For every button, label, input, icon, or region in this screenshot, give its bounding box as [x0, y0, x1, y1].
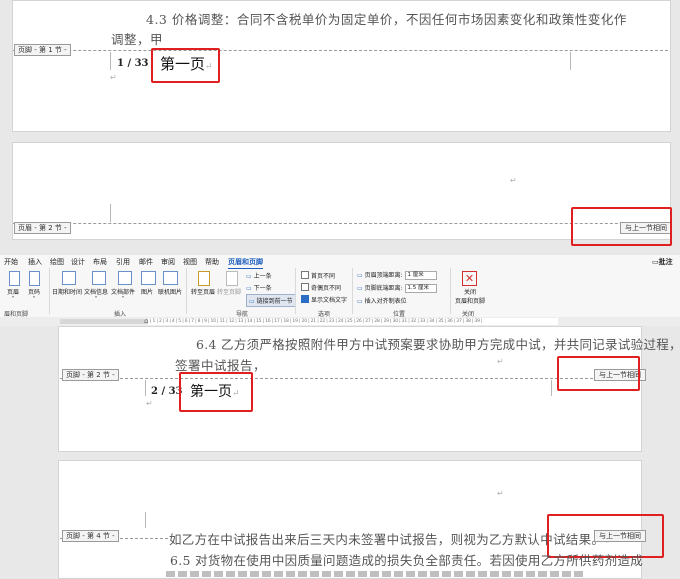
goto-header-button[interactable]: 转至页眉 [191, 287, 215, 296]
header-top-distance: ▭ 页眉顶端距离: 1 厘米 [357, 270, 437, 280]
clause-6-4-line1: 6.4 乙方须严格按照附件甲方中试预案要求协助甲方完成中试，并共同记录试验过程， [196, 337, 680, 352]
comment-icon: ▭ [652, 258, 659, 266]
annotation-box-same-as-prev-2 [557, 356, 640, 391]
paragraph-mark-icon: ↵ [510, 176, 517, 185]
goto-header-icon [198, 271, 210, 286]
tab-references[interactable]: 引用 [116, 257, 130, 267]
link-icon: ▭ [249, 298, 255, 305]
header-boundary-line-2 [13, 223, 668, 224]
different-first-page-checkbox[interactable]: 首页不同 [301, 271, 335, 280]
clause-4-3-line2: 调整，甲 [111, 32, 164, 47]
clause-6-5-text: 6.5 对货物在使用中因质量问题造成的损失负全部责任。若因使用乙方所供药剂造成 [170, 553, 644, 568]
footer-boundary-line-3 [60, 378, 638, 379]
alignment-tab-icon: ▭ [357, 298, 363, 305]
header-top-spinner[interactable]: 1 厘米 [404, 271, 437, 280]
chevron-down-icon: ˅ [121, 296, 125, 303]
different-odd-even-checkbox[interactable]: 奇偶页不同 [301, 283, 341, 292]
paragraph-mark-icon: ↵ [110, 73, 117, 82]
footer-section-tag-4: 页脚 - 第 4 节 - [62, 530, 119, 542]
group-separator [352, 268, 353, 314]
checkbox-unchecked [301, 283, 309, 291]
group-separator [186, 268, 187, 314]
tab-design[interactable]: 设计 [71, 257, 85, 267]
ribbon-tab-bar: 开始 插入 绘图 设计 布局 引用 邮件 审阅 视图 帮助 页眉和页脚 ▭批注 [0, 255, 680, 269]
picture-button[interactable]: 图片 [141, 287, 153, 296]
header-button[interactable]: 页眉 ˅ [4, 287, 22, 303]
crop-mark [110, 52, 111, 70]
goto-footer-icon [226, 271, 238, 286]
clause-4-3-line1: 4.3 价格调整：合同不含税单价为固定单价，不因任何市场因素变化和政策性变化作 [146, 12, 627, 27]
group-separator [450, 268, 451, 314]
indent-marker-icon[interactable]: ⌂ [144, 317, 148, 326]
calendar-icon [62, 271, 76, 285]
annotation-box-same-as-prev-1 [571, 207, 672, 246]
arrow-up-icon: ▭ [246, 273, 252, 280]
header-icon [9, 271, 20, 286]
annotation-box-footer-1 [151, 48, 220, 83]
online-picture-button[interactable]: 联机图片 [158, 287, 182, 296]
crop-mark [570, 52, 571, 70]
header-distance-icon: ▭ [357, 272, 363, 279]
annotation-box-footer-2 [179, 372, 253, 412]
tab-insert[interactable]: 插入 [28, 257, 42, 267]
chevron-down-icon: ˅ [94, 296, 98, 303]
chevron-down-icon: ˅ [11, 296, 15, 303]
checkbox-unchecked [301, 271, 309, 279]
group-separator [295, 268, 296, 314]
footer-distance-icon: ▭ [357, 285, 363, 292]
crop-mark [145, 512, 146, 528]
clause-tail-text: 如乙方在中试报告出来后三天内未签署中试报告，则视为乙方默认中试结果。↵ [169, 529, 612, 548]
page-number-field-2: 2 / 33 [151, 386, 183, 397]
next-button[interactable]: ▭ 下一条 [246, 283, 272, 292]
arrow-down-icon: ▭ [246, 285, 252, 292]
tab-header-footer[interactable]: 页眉和页脚 [228, 257, 263, 269]
footer-section-tag-1: 页脚 - 第 1 节 - [14, 44, 71, 56]
goto-footer-button[interactable]: 转至页脚 [217, 287, 241, 296]
show-document-text-checkbox[interactable]: 显示文档文字 [301, 295, 347, 304]
quick-parts-icon [118, 271, 132, 285]
link-to-previous-button[interactable]: ▭ 链接到前一节 [246, 294, 296, 307]
chevron-down-icon: ˅ [32, 296, 36, 303]
header-section-tag-2: 页眉 - 第 2 节 - [14, 222, 71, 234]
ruler-ticks: | 1 | 2 | 3 | 4 | 5 | 6 | 7 | 8 | 9 | 10… [150, 319, 483, 324]
crop-mark [110, 204, 111, 222]
paragraph-mark-icon: ↵ [497, 489, 504, 498]
cut-off-text-line [166, 571, 586, 577]
ruler-margin-left [60, 319, 148, 324]
picture-icon [141, 271, 156, 285]
document-info-button[interactable]: 文档信息 ˅ [84, 287, 108, 303]
previous-button[interactable]: ▭ 上一条 [246, 271, 272, 280]
tab-view[interactable]: 视图 [183, 257, 197, 267]
paragraph-mark-icon: ↵ [146, 399, 153, 408]
tab-help[interactable]: 帮助 [205, 257, 219, 267]
page-number-field-1: 1 / 33 [117, 58, 149, 69]
tab-draw[interactable]: 绘图 [50, 257, 64, 267]
crop-mark [551, 380, 552, 396]
page-number-icon [29, 271, 40, 286]
footer-section-tag-2: 页脚 - 第 2 节 - [62, 369, 119, 381]
insert-alignment-tab-button[interactable]: ▭ 插入对齐制表位 [357, 296, 407, 305]
group-separator [49, 268, 50, 314]
page-number-button[interactable]: 页码 ˅ [24, 287, 44, 303]
close-icon: ✕ [462, 271, 477, 286]
online-picture-icon [163, 271, 178, 285]
date-time-button[interactable]: 日期和时间 [52, 287, 82, 296]
crop-mark [145, 380, 146, 396]
close-header-footer-button[interactable]: 关闭 页眉和页脚 [455, 287, 485, 305]
horizontal-ruler[interactable]: | 1 | 2 | 3 | 4 | 5 | 6 | 7 | 8 | 9 | 10… [0, 317, 680, 326]
tab-layout[interactable]: 布局 [93, 257, 107, 267]
footer-boundary-line-1 [13, 50, 668, 51]
checkbox-checked [301, 295, 309, 303]
tab-mailings[interactable]: 邮件 [139, 257, 153, 267]
comments-button[interactable]: ▭批注 [652, 257, 673, 267]
paragraph-mark-icon: ↵ [497, 357, 504, 366]
footer-bottom-distance: ▭ 页脚底端距离: 1.5 厘米 [357, 283, 437, 293]
footer-bottom-spinner[interactable]: 1.5 厘米 [404, 284, 437, 293]
document-info-icon [92, 271, 106, 285]
document-parts-button[interactable]: 文档部件 ˅ [111, 287, 135, 303]
tab-home[interactable]: 开始 [4, 257, 18, 267]
tab-review[interactable]: 审阅 [161, 257, 175, 267]
